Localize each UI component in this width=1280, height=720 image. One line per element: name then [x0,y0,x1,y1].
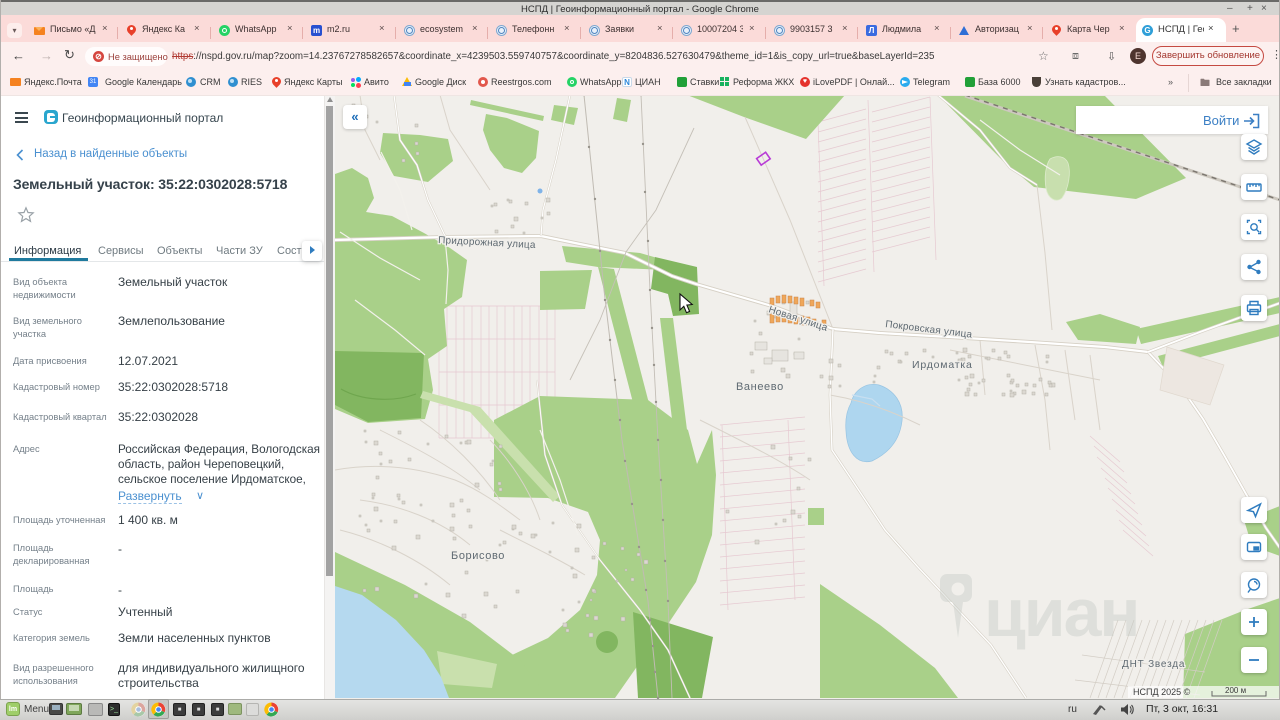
svg-text:циан: циан [984,575,1139,651]
svg-text:Ирдоматка: Ирдоматка [912,359,973,371]
svg-text:Ванеево: Ванеево [736,381,784,393]
svg-text:200 м: 200 м [1225,686,1246,695]
svg-text:ДНТ Звезда: ДНТ Звезда [1122,659,1185,670]
svg-text:НСПД 2025 ©: НСПД 2025 © [1133,687,1191,697]
svg-text:Борисово: Борисово [451,550,505,562]
